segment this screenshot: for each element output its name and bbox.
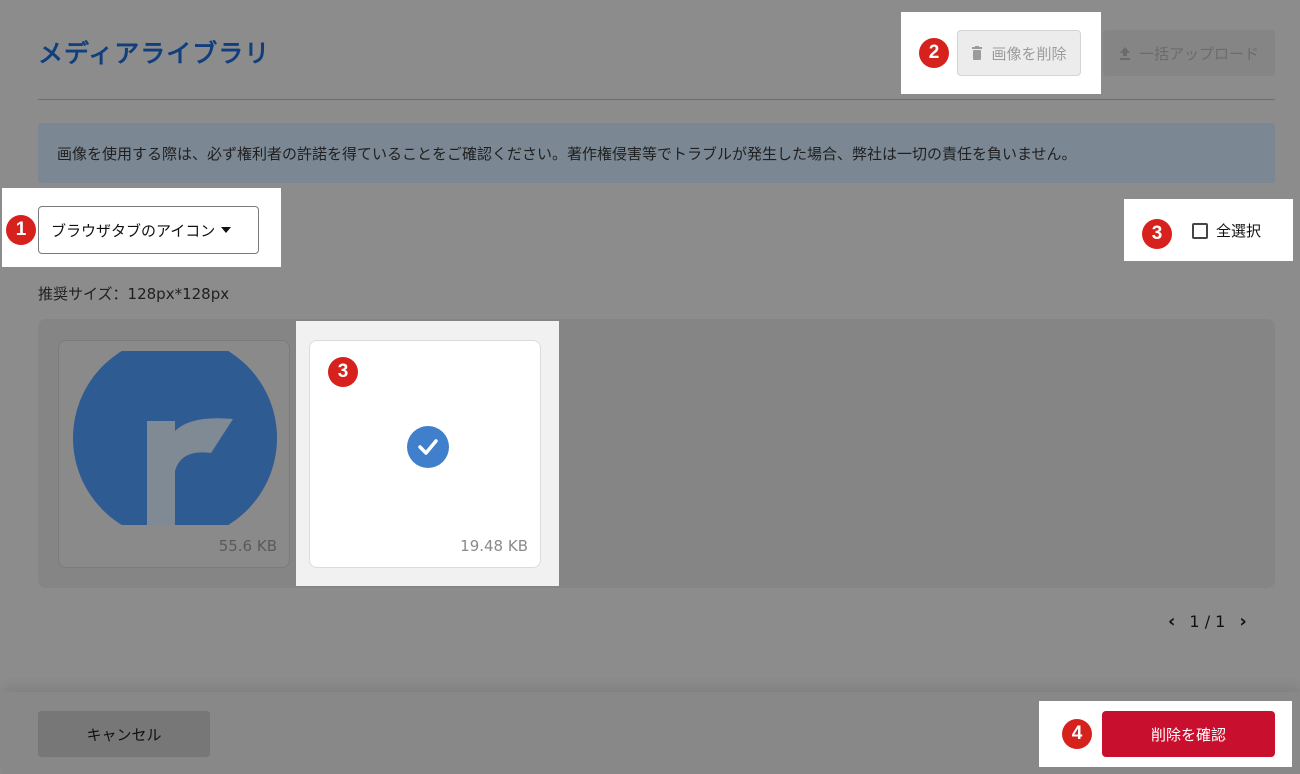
- confirm-delete-button[interactable]: 削除を確認: [1102, 711, 1275, 757]
- page-title: メディアライブラリ: [38, 39, 271, 68]
- trash-icon: [972, 46, 983, 60]
- cancel-label: キャンセル: [86, 725, 162, 744]
- bulk-upload-button[interactable]: 一括アップロード: [1103, 30, 1275, 76]
- select-all-checkbox[interactable]: 全選択: [1192, 220, 1261, 241]
- cancel-button[interactable]: キャンセル: [38, 711, 210, 757]
- upload-icon: [1119, 46, 1130, 60]
- annotation-badge-4: 4: [1062, 719, 1092, 749]
- annotation-badge-1: 1: [6, 215, 36, 245]
- caret-down-icon: [221, 227, 232, 233]
- pagination: ‹ 1 / 1 ›: [1168, 611, 1247, 632]
- page-indicator: 1 / 1: [1189, 612, 1226, 631]
- annotation-badge-3a: 3: [1142, 219, 1172, 249]
- annotation-badge-2: 2: [919, 38, 949, 68]
- delete-image-button[interactable]: 画像を削除: [957, 30, 1081, 76]
- checkbox-icon[interactable]: [1192, 222, 1208, 239]
- category-dropdown[interactable]: ブラウザタブのアイコン: [38, 206, 259, 254]
- chevron-right-icon[interactable]: ›: [1239, 611, 1246, 632]
- copyright-notice: 画像を使用する際は、必ず権利者の許諾を得ていることをご確認ください。著作権侵害等…: [38, 123, 1275, 183]
- logo-r-icon: [73, 351, 277, 525]
- header-divider: [38, 99, 1275, 100]
- annotation-badge-3b: 3: [328, 357, 358, 387]
- file-size: 55.6 KB: [218, 537, 277, 555]
- delete-image-label: 画像を削除: [991, 44, 1067, 63]
- chevron-left-icon[interactable]: ‹: [1168, 611, 1175, 632]
- recommended-size-text: 推奨サイズ：128px*128px: [38, 285, 230, 303]
- notice-text: 画像を使用する際は、必ず権利者の許諾を得ていることをご確認ください。著作権侵害等…: [57, 144, 1077, 163]
- confirm-delete-label: 削除を確認: [1150, 725, 1226, 744]
- bulk-upload-label: 一括アップロード: [1138, 44, 1259, 63]
- check-circle-icon: [407, 426, 449, 468]
- category-selected-value: ブラウザタブのアイコン: [51, 221, 216, 240]
- image-card[interactable]: 55.6 KB: [58, 340, 290, 568]
- file-size: 19.48 KB: [460, 537, 528, 555]
- select-all-label: 全選択: [1216, 222, 1262, 240]
